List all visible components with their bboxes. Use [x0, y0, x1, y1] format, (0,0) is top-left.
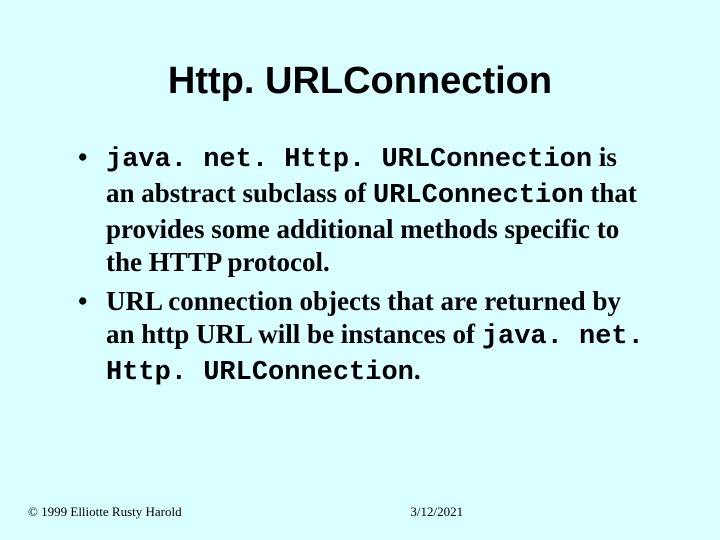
list-item: java. net. Http. URLConnection is an abs…	[78, 141, 650, 279]
code-text: java. net. Http. URLConnection	[106, 145, 592, 175]
slide: Http. URLConnection java. net. Http. URL…	[0, 0, 720, 540]
copyright-text: © 1999 Elliotte Rusty Harold	[28, 504, 182, 520]
list-item: URL connection objects that are returned…	[78, 285, 650, 390]
footer: © 1999 Elliotte Rusty Harold 3/12/2021	[0, 504, 720, 520]
code-text: URLConnection	[373, 181, 584, 211]
body-text: .	[414, 355, 421, 385]
slide-title: Http. URLConnection	[60, 60, 660, 103]
bullet-list: java. net. Http. URLConnection is an abs…	[60, 141, 660, 390]
